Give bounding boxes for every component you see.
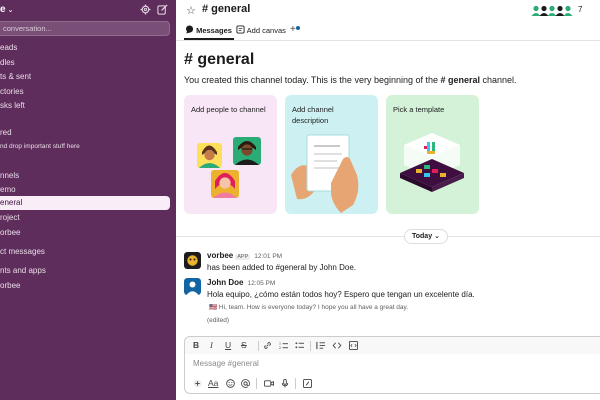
message-author[interactable]: John Doe bbox=[207, 278, 243, 287]
message-input[interactable]: Message #general bbox=[193, 359, 259, 368]
sidebar-item-project[interactable]: roject bbox=[0, 211, 20, 225]
add-description-card[interactable]: Add channel description bbox=[285, 95, 378, 214]
compose-icon[interactable] bbox=[157, 4, 168, 15]
emoji-icon[interactable] bbox=[226, 379, 235, 388]
sidebar-item-vorbee-app[interactable]: orbee bbox=[0, 279, 20, 293]
formatting-toolbar: B I U S 12 bbox=[185, 337, 600, 354]
svg-text:1: 1 bbox=[279, 342, 281, 346]
bold-button[interactable]: B bbox=[193, 340, 199, 350]
date-divider-button[interactable]: Today ⌄ bbox=[404, 229, 448, 244]
tab-messages[interactable]: Messages bbox=[185, 24, 232, 38]
sidebar-item-drafts-sent[interactable]: ts & sent bbox=[0, 70, 31, 84]
edited-label: (edited) bbox=[207, 317, 230, 324]
message-bubble-icon bbox=[185, 25, 194, 34]
ordered-list-icon[interactable]: 12 bbox=[279, 341, 288, 350]
strikethrough-button[interactable]: S bbox=[241, 340, 247, 350]
date-divider-line bbox=[176, 236, 600, 237]
message-time[interactable]: 12:01 PM bbox=[254, 253, 282, 260]
code-block-icon[interactable] bbox=[349, 341, 358, 350]
notification-dot bbox=[296, 26, 300, 30]
microphone-icon[interactable] bbox=[281, 379, 289, 388]
sidebar-item-demo[interactable]: emo bbox=[0, 183, 16, 197]
underline-button[interactable]: U bbox=[225, 340, 231, 350]
svg-text:2: 2 bbox=[279, 346, 281, 350]
sidebar-starred-hint: nd drop important stuff here bbox=[0, 143, 80, 150]
workspace-name[interactable]: e ⌄ bbox=[0, 4, 13, 15]
shortcuts-icon[interactable] bbox=[303, 379, 312, 388]
sidebar-section-channels[interactable]: nnels bbox=[0, 169, 19, 183]
search-input[interactable]: conversation... bbox=[0, 21, 170, 36]
active-tab-indicator bbox=[184, 38, 234, 40]
workspace-name-text: e bbox=[0, 4, 6, 15]
channel-intro-suffix: channel. bbox=[480, 75, 517, 85]
channel-view: ☆ # general 7 Messages Add canvas + # ge… bbox=[176, 0, 600, 400]
sidebar-item-vorbee-channel[interactable]: orbee bbox=[0, 226, 20, 240]
code-icon[interactable] bbox=[332, 341, 342, 350]
video-icon[interactable] bbox=[264, 379, 274, 388]
canvas-icon bbox=[236, 25, 245, 34]
add-description-card-label: Add channel description bbox=[292, 105, 334, 125]
channel-tabs: Messages Add canvas bbox=[176, 21, 600, 41]
message-text: has been added to #general by John Doe. bbox=[207, 263, 357, 272]
sidebar-section-starred[interactable]: red bbox=[0, 126, 12, 140]
toolbar-separator bbox=[310, 341, 311, 351]
sidebar-section-direct-messages[interactable]: ct messages bbox=[0, 245, 45, 259]
add-people-card[interactable]: Add people to channel bbox=[184, 95, 277, 214]
vorbee-avatar[interactable] bbox=[184, 252, 201, 269]
app-badge: APP bbox=[235, 254, 251, 260]
member-count[interactable]: 7 bbox=[578, 5, 582, 14]
text-format-icon[interactable]: Aa bbox=[208, 378, 218, 388]
sidebar-item-general[interactable]: eneral bbox=[0, 196, 170, 210]
channel-intro-prefix: You created this channel today. This is … bbox=[184, 75, 441, 85]
chevron-down-icon: ⌄ bbox=[434, 233, 440, 240]
tab-add-canvas-label: Add canvas bbox=[246, 26, 286, 35]
tab-messages-label: Messages bbox=[196, 26, 232, 35]
sidebar: e ⌄ conversation... eads dles ts & sent c… bbox=[0, 0, 176, 400]
sidebar-item-threads[interactable]: eads bbox=[0, 41, 17, 55]
bulleted-list-icon[interactable] bbox=[295, 341, 304, 350]
channel-intro: You created this channel today. This is … bbox=[184, 75, 517, 85]
sidebar-item-directories[interactable]: ctories bbox=[0, 85, 24, 99]
john-doe-avatar[interactable] bbox=[184, 278, 201, 295]
pick-template-card-label: Pick a template bbox=[393, 105, 445, 114]
message-time[interactable]: 12:05 PM bbox=[247, 280, 275, 287]
channel-title[interactable]: # general bbox=[202, 3, 250, 15]
page-title: # general bbox=[184, 51, 255, 68]
sidebar-item-tasks-left[interactable]: sks left bbox=[0, 99, 25, 113]
add-people-card-label: Add people to channel bbox=[191, 105, 266, 114]
sidebar-section-apps[interactable]: nts and apps bbox=[0, 264, 46, 278]
star-icon[interactable]: ☆ bbox=[186, 4, 196, 17]
message-header: John Doe 12:05 PM bbox=[207, 278, 275, 287]
toolbar-separator bbox=[295, 378, 296, 389]
tab-add-canvas[interactable]: Add canvas bbox=[236, 24, 286, 38]
mention-icon[interactable] bbox=[241, 379, 250, 388]
blockquote-icon[interactable] bbox=[316, 341, 325, 350]
channel-intro-channel: # general bbox=[440, 75, 481, 85]
plus-icon[interactable] bbox=[193, 379, 202, 388]
workspace-header: e ⌄ bbox=[0, 0, 176, 20]
toolbar-separator bbox=[256, 378, 257, 389]
gear-icon[interactable] bbox=[140, 4, 151, 15]
sidebar-item-huddles[interactable]: dles bbox=[0, 56, 15, 70]
toolbar-separator bbox=[258, 341, 259, 351]
message-text: Hola equipo, ¿cómo están todos hoy? Espe… bbox=[207, 290, 475, 299]
avatar-icon bbox=[563, 5, 573, 16]
pick-template-card[interactable]: Pick a template bbox=[386, 95, 479, 214]
date-divider-label: Today bbox=[412, 233, 433, 240]
channel-header: ☆ # general 7 bbox=[176, 0, 600, 21]
message-translation: 🇺🇸 Hi, team. How is everyone today? I ho… bbox=[209, 304, 409, 311]
member-avatars[interactable] bbox=[531, 5, 575, 16]
message-author[interactable]: vorbee bbox=[207, 251, 233, 260]
message-header: vorbee APP 12:01 PM bbox=[207, 251, 282, 260]
add-tab-icon[interactable]: + bbox=[290, 24, 296, 35]
italic-button[interactable]: I bbox=[210, 340, 213, 350]
link-icon[interactable] bbox=[263, 341, 272, 350]
chevron-down-icon: ⌄ bbox=[7, 7, 14, 14]
message-composer: B I U S 12 Message #general Aa bbox=[184, 336, 600, 394]
